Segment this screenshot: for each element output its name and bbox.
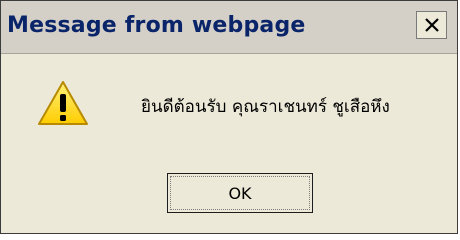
dialog-message: ยินดีต้อนรับ คุณราเชนทร์ ชูเสือหึง [141, 97, 390, 117]
dialog-title: Message from webpage [7, 13, 306, 38]
title-bar[interactable]: Message from webpage [1, 1, 457, 54]
ok-button-label: OK [170, 176, 310, 210]
close-button[interactable] [416, 11, 447, 39]
ok-button[interactable]: OK [167, 173, 313, 213]
message-dialog: Message from webpage ยินดีต้อนรับ คุณราเ… [0, 0, 458, 234]
close-icon [425, 18, 439, 32]
warning-icon [38, 81, 88, 125]
